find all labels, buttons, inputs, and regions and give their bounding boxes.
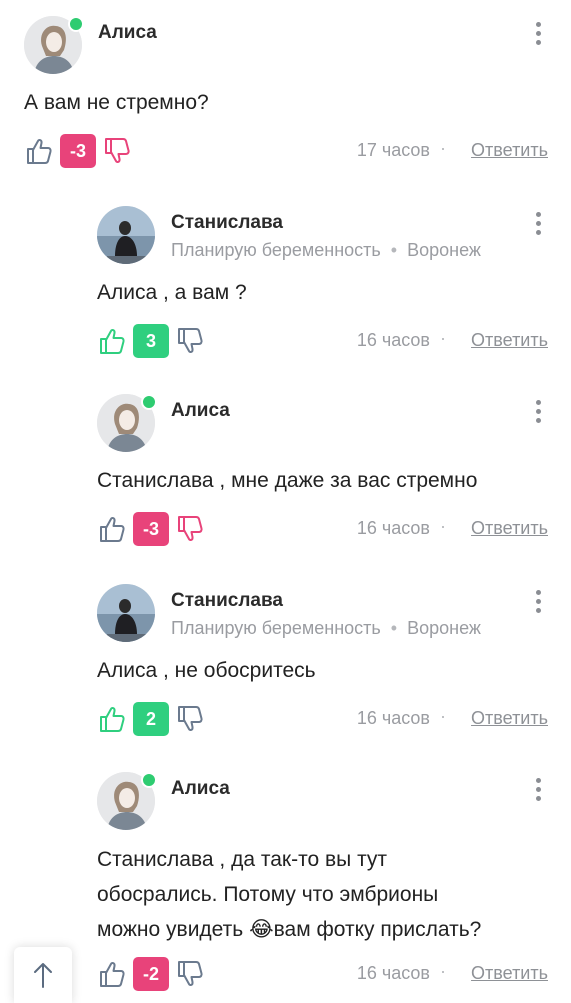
thumb-down-icon[interactable] <box>102 136 132 166</box>
kebab-menu-icon[interactable] <box>534 22 542 48</box>
comment: Станислава Планирую беременность • Воронеж… <box>97 206 548 364</box>
thumb-up-icon[interactable] <box>97 959 127 989</box>
reply-link[interactable]: Ответить <box>471 518 548 539</box>
thumb-down-icon[interactable] <box>175 959 205 989</box>
online-indicator <box>141 394 157 410</box>
author-name[interactable]: Станислава <box>171 212 283 234</box>
thumb-down-icon[interactable] <box>175 704 205 734</box>
comment-text-line: обосрались. Потому что эмбрионы <box>97 883 439 906</box>
thumb-up-icon[interactable] <box>97 704 127 734</box>
comment-text: Алиса , а вам ? <box>97 281 247 304</box>
reply-link[interactable]: Ответить <box>471 330 548 351</box>
scroll-top-button[interactable] <box>14 947 72 1003</box>
score-badge: -3 <box>133 512 169 546</box>
separator-dot: · <box>440 516 446 536</box>
reply-link[interactable]: Ответить <box>471 140 548 161</box>
comment-text-fragment: вам фотку прислать? <box>273 918 482 941</box>
kebab-menu-icon[interactable] <box>534 212 542 238</box>
timestamp: 16 часов <box>356 330 430 350</box>
reply-link[interactable]: Ответить <box>471 708 548 729</box>
score-badge: -2 <box>133 957 169 991</box>
reply-link[interactable]: Ответить <box>471 963 548 984</box>
avatar[interactable] <box>97 206 155 264</box>
comment-text-line: можно увидеть 😂вам фотку прислать? <box>97 912 548 947</box>
thumb-up-icon[interactable] <box>24 136 54 166</box>
score-badge: 2 <box>133 702 169 736</box>
thumb-down-icon[interactable] <box>175 326 205 356</box>
author-city: Воронеж <box>407 618 481 638</box>
separator-dot: · <box>440 328 446 348</box>
author-meta: Планирую беременность • Воронеж <box>171 618 481 638</box>
score-badge: 3 <box>133 324 169 358</box>
separator-dot: · <box>440 961 446 981</box>
comment-text: Станислава , мне даже за вас стремно <box>97 469 478 492</box>
timestamp: 17 часов <box>356 140 430 160</box>
comment: Алиса А вам не стремно? -3 17 часов · От… <box>24 16 548 174</box>
timestamp: 16 часов <box>356 963 430 983</box>
author-name[interactable]: Станислава <box>171 590 283 612</box>
comment: Алиса Станислава , да так-то вы тут обос… <box>97 772 548 997</box>
timestamp: 16 часов <box>356 708 430 728</box>
avatar[interactable] <box>97 584 155 642</box>
timestamp: 16 часов <box>356 518 430 538</box>
comment: Станислава Планирую беременность • Воронеж… <box>97 584 548 742</box>
kebab-menu-icon[interactable] <box>534 400 542 426</box>
kebab-menu-icon[interactable] <box>534 590 542 616</box>
comment: Алиса Станислава , мне даже за вас стрем… <box>97 394 548 552</box>
score-badge: -3 <box>60 134 96 168</box>
thumb-down-icon[interactable] <box>175 514 205 544</box>
author-status: Планирую беременность <box>171 618 381 638</box>
arrow-up-icon <box>34 963 52 988</box>
author-name[interactable]: Алиса <box>171 778 230 800</box>
author-status: Планирую беременность <box>171 240 381 260</box>
laughing-emoji-icon: 😂 <box>249 918 274 941</box>
separator-dot: · <box>440 138 446 158</box>
author-meta: Планирую беременность • Воронеж <box>171 240 481 260</box>
kebab-menu-icon[interactable] <box>534 778 542 804</box>
comment-text-fragment: можно увидеть <box>97 918 250 941</box>
author-city: Воронеж <box>407 240 481 260</box>
online-indicator <box>141 772 157 788</box>
comment-text-line: Станислава , да так-то вы тут <box>97 848 388 871</box>
online-indicator <box>68 16 84 32</box>
comment-text: Алиса , не обосритесь <box>97 659 316 682</box>
comment-text: Станислава , да так-то вы тут обосрались… <box>97 842 548 947</box>
author-name[interactable]: Алиса <box>98 22 157 44</box>
separator-dot: · <box>440 706 446 726</box>
author-name[interactable]: Алиса <box>171 400 230 422</box>
thumb-up-icon[interactable] <box>97 514 127 544</box>
comment-text: А вам не стремно? <box>24 91 209 114</box>
thumb-up-icon[interactable] <box>97 326 127 356</box>
